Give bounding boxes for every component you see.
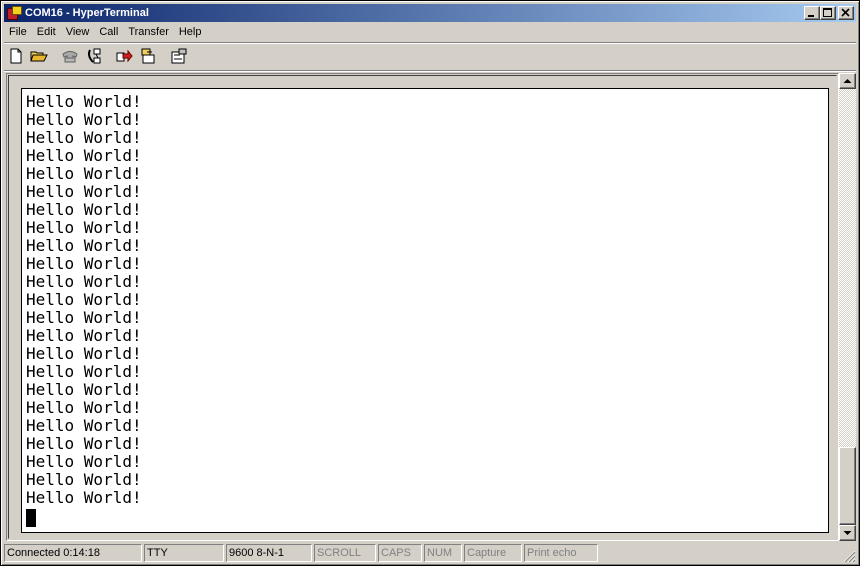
caption-buttons <box>804 6 854 20</box>
terminal-line: Hello World! <box>26 236 142 255</box>
menu-bar: File Edit View Call Transfer Help <box>4 23 206 42</box>
status-capture: Capture <box>464 544 522 562</box>
terminal-line: Hello World! <box>26 164 142 183</box>
status-bar: Connected 0:14:18 TTY 9600 8-N-1 SCROLL … <box>4 544 856 563</box>
status-caps: CAPS <box>378 544 422 562</box>
terminal-line: Hello World! <box>26 308 142 327</box>
status-emulation: TTY <box>144 544 224 562</box>
terminal-line: Hello World! <box>26 362 142 381</box>
menu-edit[interactable]: Edit <box>32 23 61 42</box>
call-button[interactable] <box>59 45 81 67</box>
terminal-line: Hello World! <box>26 380 142 399</box>
resize-grip-icon[interactable] <box>842 549 856 563</box>
terminal-line: Hello World! <box>26 218 142 237</box>
send-icon <box>116 49 133 63</box>
terminal-inner-frame: Hello World! Hello World! Hello World! Hell… <box>8 75 837 539</box>
status-connected: Connected 0:14:18 <box>4 544 142 562</box>
terminal-line: Hello World! <box>26 344 142 363</box>
receive-icon <box>141 48 155 64</box>
properties-icon <box>171 48 187 64</box>
maximize-icon <box>823 8 832 17</box>
scroll-thumb[interactable] <box>839 447 856 525</box>
status-port-settings: 9600 8-N-1 <box>226 544 312 562</box>
scroll-down-button[interactable] <box>839 525 856 541</box>
disconnect-icon <box>88 48 101 64</box>
hyperterminal-app-icon[interactable] <box>7 6 22 20</box>
minimize-icon <box>808 15 814 17</box>
new-connection-button[interactable] <box>5 45 27 67</box>
status-scroll: SCROLL <box>314 544 376 562</box>
menu-call[interactable]: Call <box>94 23 123 42</box>
open-button[interactable] <box>28 45 50 67</box>
toolbar-divider <box>4 70 856 72</box>
status-num: NUM <box>424 544 462 562</box>
terminal-line: Hello World! <box>26 272 142 291</box>
title-bar[interactable]: COM16 - HyperTerminal <box>4 4 856 22</box>
terminal-frame: Hello World! Hello World! Hello World! Hell… <box>6 73 839 541</box>
terminal-line: Hello World! <box>26 110 142 129</box>
send-button[interactable] <box>114 45 136 67</box>
open-icon <box>30 51 48 62</box>
arrow-down-icon <box>843 531 852 535</box>
terminal-line: Hello World! <box>26 470 142 489</box>
terminal-screen[interactable]: Hello World! Hello World! Hello World! Hell… <box>21 88 829 533</box>
window-title: COM16 - HyperTerminal <box>25 7 149 19</box>
terminal-line: Hello World! <box>26 182 142 201</box>
terminal-line: Hello World! <box>26 254 142 273</box>
hyperterminal-window: COM16 - HyperTerminal File Edit View Cal… <box>0 0 860 566</box>
maximize-button[interactable] <box>820 6 836 20</box>
menu-help[interactable]: Help <box>174 23 207 42</box>
disconnect-button[interactable] <box>83 45 105 67</box>
vertical-scrollbar[interactable] <box>839 73 856 541</box>
terminal-line: Hello World! <box>26 146 142 165</box>
terminal-line: Hello World! <box>26 434 142 453</box>
menu-transfer[interactable]: Transfer <box>123 23 174 42</box>
receive-button[interactable] <box>137 45 159 67</box>
terminal-line: Hello World! <box>26 488 142 507</box>
terminal-line: Hello World! <box>26 128 142 147</box>
menu-file[interactable]: File <box>4 23 32 42</box>
toolbar <box>4 44 856 68</box>
properties-button[interactable] <box>168 45 190 67</box>
new-icon <box>10 48 22 64</box>
close-button[interactable] <box>838 6 854 20</box>
terminal-line: Hello World! <box>26 290 142 309</box>
terminal-line: Hello World! <box>26 452 142 471</box>
dial-icon <box>62 51 78 63</box>
terminal-line: Hello World! <box>26 326 142 345</box>
scroll-up-button[interactable] <box>839 73 856 89</box>
terminal-output: Hello World! Hello World! Hello World! Hell… <box>26 93 142 507</box>
terminal-line: Hello World! <box>26 416 142 435</box>
terminal-line: Hello World! <box>26 200 142 219</box>
arrow-up-icon <box>843 79 852 83</box>
close-icon <box>841 8 850 17</box>
text-cursor <box>26 509 36 527</box>
status-print-echo: Print echo <box>524 544 598 562</box>
minimize-button[interactable] <box>804 6 820 20</box>
terminal-line: Hello World! <box>26 398 142 417</box>
menu-view[interactable]: View <box>61 23 95 42</box>
terminal-line: Hello World! <box>26 92 142 111</box>
